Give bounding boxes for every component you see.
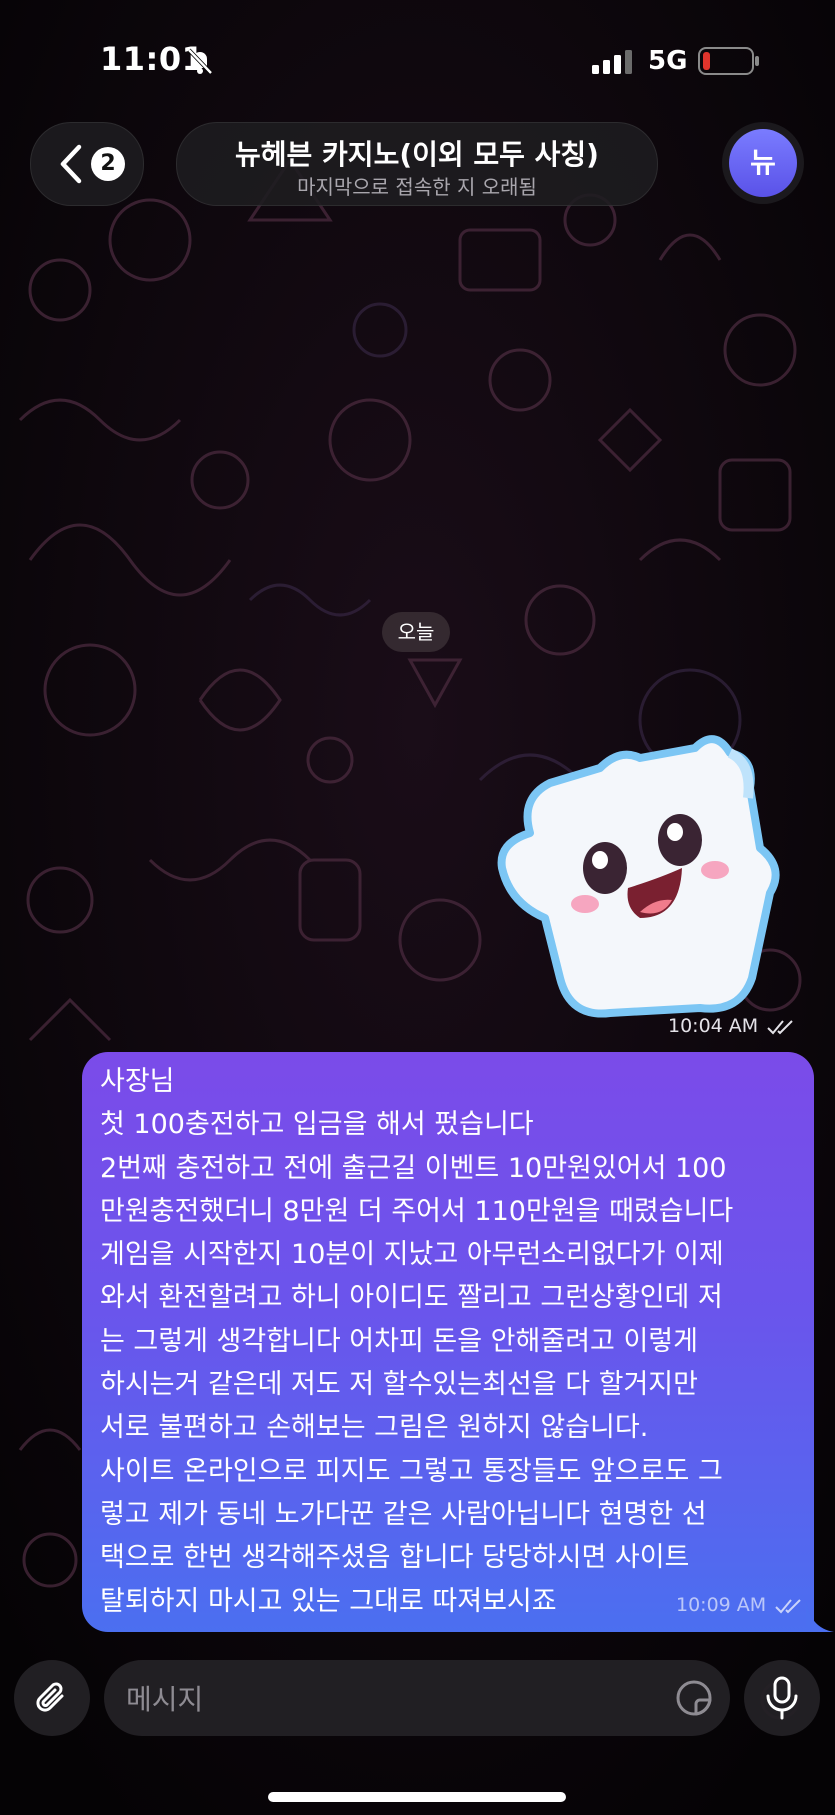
sticker-moon-icon[interactable] [674,1678,714,1718]
bell-slash-icon [187,48,213,75]
double-check-icon [775,1598,801,1613]
message-line: 게임을 시작한지 10분이 지났고 아무런소리없다가 이제 [100,1239,724,1271]
message-composer [104,1660,730,1736]
network-label: 5G [648,46,688,76]
message-line: 사이트 온라인으로 피지도 그렇고 통장들도 앞으로도 그 [100,1455,723,1487]
signal-bars-icon [592,50,632,74]
chat-title: 뉴헤븐 카지노(이외 모두 사칭) [235,138,599,171]
date-separator: 오늘 [382,612,450,652]
microphone-button[interactable] [744,1660,820,1736]
paperclip-icon [36,1682,64,1712]
double-check-icon [767,1019,793,1034]
home-indicator [268,1792,566,1802]
message-input[interactable] [124,1670,628,1728]
message-line: 는 그렇게 생각합니다 어차피 돈을 안해줄려고 이렇게 [100,1325,698,1357]
unread-count-badge: 2 [91,147,125,181]
message-line: 와서 환전할려고 하니 아이디도 짤리고 그런상황인데 저 [100,1282,723,1314]
battery-low-icon [698,47,759,75]
avatar: 뉴 [729,129,797,197]
message-line: 첫 100충전하고 입금을 해서 펐습니다 [100,1109,534,1141]
message-meta: 10:09 AM [676,1594,804,1616]
avatar-button[interactable]: 뉴 [722,122,804,204]
attach-button[interactable] [14,1660,90,1736]
chevron-left-icon [60,144,82,184]
last-seen-status: 마지막으로 접속한 지 오래됨 [297,175,537,199]
message-line: 사장님 [100,1066,175,1097]
chat-header-info[interactable]: 뉴헤븐 카지노(이외 모두 사칭) 마지막으로 접속한 지 오래됨 [176,122,658,206]
message-line: 서로 불편하고 손해보는 그림은 원하지 않습니다. [100,1412,649,1444]
sticker-message-time: 10:04 AM [668,1015,759,1037]
microphone-icon [766,1676,798,1720]
message-line: 택으로 한번 생각해주셨음 합니다 당당하시면 사이트 [100,1542,690,1574]
back-button[interactable]: 2 [30,122,144,206]
message-line: 렇고 제가 동네 노가다꾼 같은 사람아닙니다 현명한 선 [100,1498,707,1530]
message-line: 하시는거 같은데 저도 저 할수있는최선을 다 할거지만 [100,1369,698,1401]
bubble-tail [806,1600,834,1632]
message-time: 10:09 AM [676,1594,767,1616]
message-line: 2번째 충전하고 전에 출근길 이벤트 10만원있어서 100 [100,1152,727,1184]
ghost-pillow-sticker[interactable] [490,728,790,1028]
message-line: 만원충전했더니 8만원 더 주어서 110만원을 때렸습니다 [100,1195,734,1227]
message-text: 사장님 첫 100충전하고 입금을 해서 펐습니다 2번째 충전하고 전에 출근… [100,1060,800,1623]
sticker-message-meta: 10:04 AM [668,1010,804,1042]
